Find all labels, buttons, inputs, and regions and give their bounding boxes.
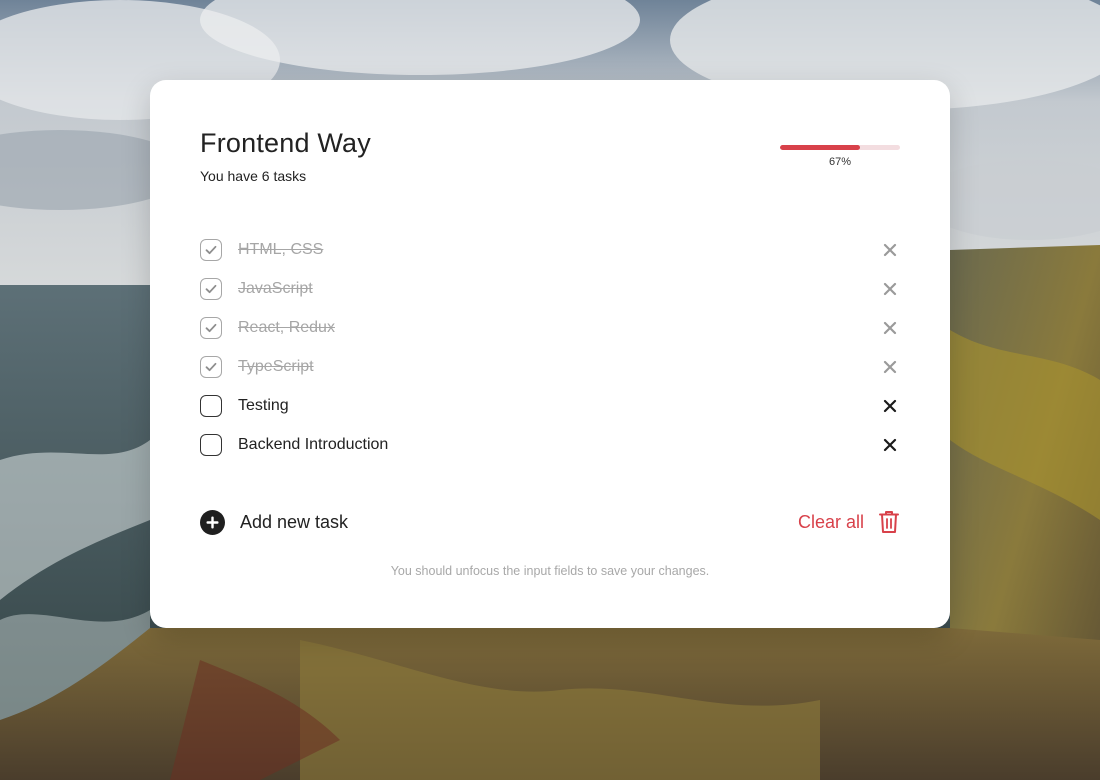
task-checkbox[interactable] (200, 277, 222, 300)
delete-task-button[interactable] (882, 242, 898, 258)
task-label[interactable]: Testing (238, 397, 289, 415)
task-label[interactable]: Backend Introduction (238, 436, 388, 454)
page-title: Frontend Way (200, 128, 371, 158)
check-icon (205, 245, 217, 254)
trash-icon (879, 511, 899, 533)
close-icon (883, 360, 897, 373)
progress-indicator: 67% (780, 145, 900, 168)
task-label[interactable]: JavaScript (238, 280, 313, 298)
progress-percentage: 67% (828, 156, 852, 168)
close-icon (883, 321, 897, 334)
task-checkbox[interactable] (200, 238, 222, 261)
task-count-text: You have 6 tasks (200, 168, 307, 184)
add-task-label: Add new task (240, 512, 349, 532)
delete-task-button[interactable] (882, 398, 898, 414)
clear-all-button[interactable]: Clear all (798, 510, 900, 534)
task-item: TypeScript (200, 347, 900, 386)
task-checkbox[interactable] (200, 355, 222, 378)
close-icon (883, 438, 897, 451)
progress-track (780, 145, 900, 150)
task-list: HTML, CSS JavaScript React, Redux TypeScrip… (200, 230, 900, 464)
check-icon (205, 284, 217, 293)
task-checkbox[interactable] (200, 316, 222, 339)
todo-card: Frontend Way You have 6 tasks 67% HTML, … (150, 80, 950, 628)
delete-task-button[interactable] (882, 437, 898, 453)
task-item: React, Redux (200, 308, 900, 347)
task-checkbox[interactable] (200, 433, 222, 456)
save-hint-text: You should unfocus the input fields to s… (390, 564, 710, 578)
task-checkbox[interactable] (200, 394, 222, 417)
task-item: Backend Introduction (200, 425, 900, 464)
delete-task-button[interactable] (882, 320, 898, 336)
task-item: JavaScript (200, 269, 900, 308)
task-label[interactable]: TypeScript (238, 358, 314, 376)
plus-circle-icon (200, 510, 225, 535)
add-task-button[interactable]: Add new task (200, 510, 348, 535)
close-icon (883, 282, 897, 295)
task-label[interactable]: HTML, CSS (238, 241, 323, 259)
delete-task-button[interactable] (882, 359, 898, 375)
progress-fill (780, 145, 861, 150)
check-icon (205, 323, 217, 332)
clear-all-label: Clear all (797, 511, 864, 532)
check-icon (205, 362, 217, 371)
task-item: HTML, CSS (200, 230, 900, 269)
task-label[interactable]: React, Redux (238, 319, 335, 337)
delete-task-button[interactable] (882, 281, 898, 297)
task-item: Testing (200, 386, 900, 425)
close-icon (883, 243, 897, 256)
close-icon (883, 399, 897, 412)
